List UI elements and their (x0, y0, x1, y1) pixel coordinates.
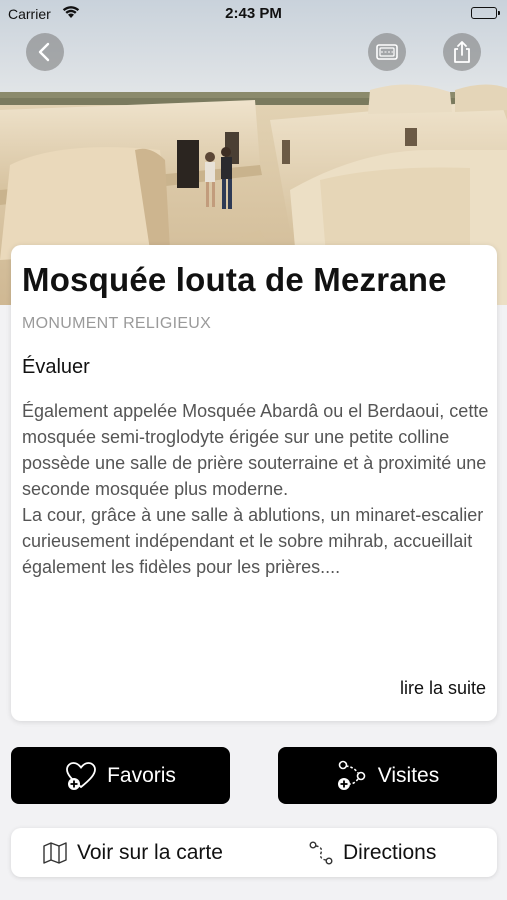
directions-label: Directions (343, 840, 437, 864)
share-icon (454, 41, 470, 63)
share-button[interactable] (443, 33, 481, 71)
description-text: Également appelée Mosquée Abardâ ou el B… (22, 401, 489, 577)
read-more-link[interactable]: lire la suite (400, 678, 486, 699)
category-label: MONUMENT RELIGIEUX (22, 315, 212, 332)
back-button[interactable] (26, 33, 64, 71)
bottom-bar: Voir sur la carte Directions (11, 828, 497, 877)
view-on-map-button[interactable]: Voir sur la carte (43, 828, 223, 877)
visits-label: Visites (377, 763, 440, 787)
back-arrow-icon (38, 42, 50, 62)
battery-icon (471, 7, 500, 19)
directions-button[interactable]: Directions (309, 828, 436, 877)
wallet-button[interactable] (368, 33, 406, 71)
map-icon (43, 841, 67, 864)
rate-link[interactable]: Évaluer (22, 356, 90, 379)
visits-button[interactable]: Visites (278, 747, 497, 804)
status-bar: Carrier 2:43 PM (0, 0, 507, 28)
detail-card: Mosquée louta de Mezrane MONUMENT RELIGI… (11, 245, 497, 721)
heart-add-icon (65, 761, 97, 791)
view-on-map-label: Voir sur la carte (77, 840, 223, 864)
status-time: 2:43 PM (225, 5, 282, 22)
directions-icon (309, 841, 333, 865)
page-title: Mosquée louta de Mezrane (22, 261, 447, 298)
route-add-icon (336, 760, 368, 792)
favorites-label: Favoris (107, 763, 176, 787)
favorites-button[interactable]: Favoris (11, 747, 230, 804)
wallet-icon (376, 44, 398, 60)
